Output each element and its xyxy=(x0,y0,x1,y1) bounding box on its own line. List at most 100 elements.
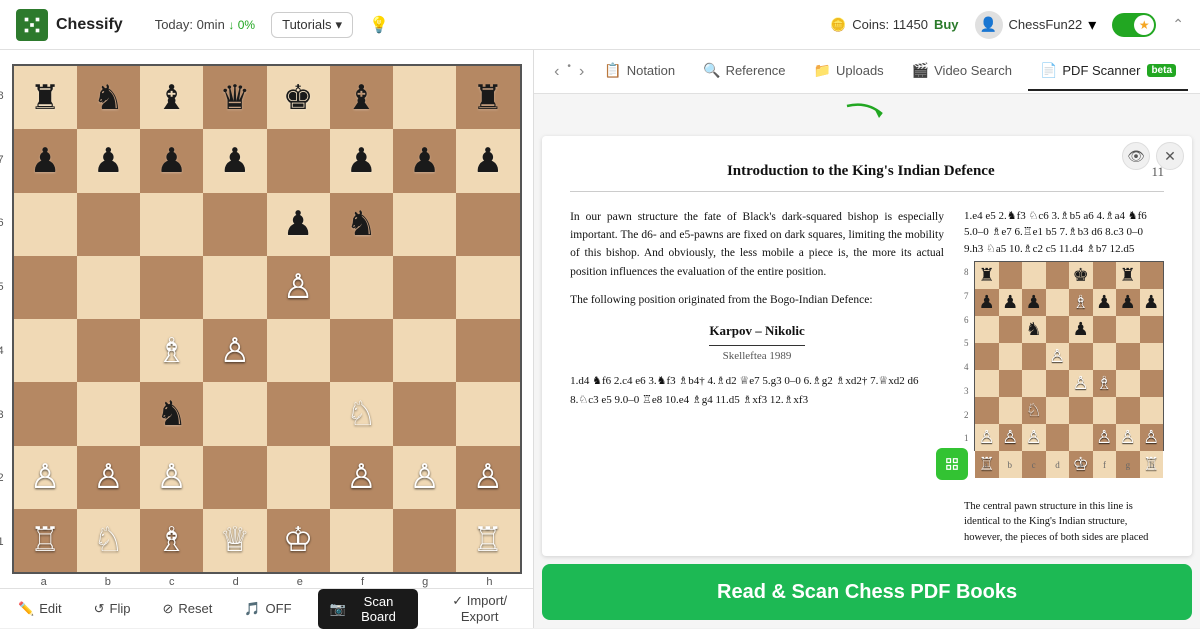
user-area[interactable]: 👤 ChessFun22 ▾ xyxy=(975,11,1097,39)
square-f2[interactable]: ♙ xyxy=(330,446,393,509)
mini-square-f7: ♟ xyxy=(1093,289,1117,316)
square-d7[interactable]: ♟ xyxy=(203,129,266,192)
mini-square-a6 xyxy=(975,316,999,343)
logo-area: Chessify xyxy=(16,9,123,41)
sound-button[interactable]: 🎵 OFF xyxy=(238,597,297,621)
square-d5[interactable] xyxy=(203,256,266,319)
square-h5[interactable] xyxy=(456,256,519,319)
square-a2[interactable]: ♙ xyxy=(14,446,77,509)
square-a4[interactable] xyxy=(14,319,77,382)
tutorials-button[interactable]: Tutorials ▾ xyxy=(271,12,353,38)
square-f6[interactable]: ♞ xyxy=(330,193,393,256)
square-g7[interactable]: ♟ xyxy=(393,129,456,192)
square-b8[interactable]: ♞ xyxy=(77,66,140,129)
square-h7[interactable]: ♟ xyxy=(456,129,519,192)
tab-notation[interactable]: 📋 Notation xyxy=(592,52,687,91)
nav-arrows: ‹ • › xyxy=(550,61,588,83)
piece-d8: ♛ xyxy=(220,81,250,115)
tab-pdf-scanner[interactable]: 📄 PDF Scanner beta xyxy=(1028,52,1188,91)
square-a7[interactable]: ♟ xyxy=(14,129,77,192)
tab-reference[interactable]: 🔍 Reference xyxy=(691,52,797,91)
square-h8[interactable]: ♜ xyxy=(456,66,519,129)
square-d8[interactable]: ♛ xyxy=(203,66,266,129)
square-e6[interactable]: ♟ xyxy=(267,193,330,256)
square-c6[interactable] xyxy=(140,193,203,256)
square-f3[interactable]: ♘ xyxy=(330,382,393,445)
square-h3[interactable] xyxy=(456,382,519,445)
game-players: Karpov – Nikolic xyxy=(709,321,804,346)
nav-forward[interactable]: › xyxy=(575,61,588,83)
pdf-header-row: Introduction to the King's Indian Defenc… xyxy=(570,160,1164,192)
square-d2[interactable] xyxy=(203,446,266,509)
square-e7[interactable] xyxy=(267,129,330,192)
square-c5[interactable] xyxy=(140,256,203,319)
square-f7[interactable]: ♟ xyxy=(330,129,393,192)
square-b3[interactable] xyxy=(77,382,140,445)
import-export-button[interactable]: ✓ Import/ Export xyxy=(438,593,521,624)
square-e1[interactable]: ♔ xyxy=(267,509,330,572)
square-a6[interactable] xyxy=(14,193,77,256)
square-h4[interactable] xyxy=(456,319,519,382)
square-d3[interactable] xyxy=(203,382,266,445)
square-c2[interactable]: ♙ xyxy=(140,446,203,509)
pdf-eye-button[interactable]: 👁 xyxy=(1122,142,1150,170)
square-d4[interactable]: ♙ xyxy=(203,319,266,382)
edit-button[interactable]: ✏️ Edit xyxy=(12,597,68,621)
square-f8[interactable]: ♝ xyxy=(330,66,393,129)
square-g1[interactable] xyxy=(393,509,456,572)
square-b1[interactable]: ♘ xyxy=(77,509,140,572)
collapse-button[interactable]: ⌃ xyxy=(1172,16,1184,33)
square-e3[interactable] xyxy=(267,382,330,445)
square-e5[interactable]: ♙ xyxy=(267,256,330,319)
square-d1[interactable]: ♕ xyxy=(203,509,266,572)
square-f4[interactable] xyxy=(330,319,393,382)
theme-toggle[interactable]: ★ xyxy=(1112,13,1156,37)
square-c3[interactable]: ♞ xyxy=(140,382,203,445)
chess-board[interactable]: ♜♞♝♛♚♝♜♟♟♟♟♟♟♟♟♞♙♗♙♞♘♙♙♙♙♙♙♖♘♗♕♔♖ xyxy=(12,64,522,574)
mini-square-e5 xyxy=(1069,343,1093,370)
square-e4[interactable] xyxy=(267,319,330,382)
square-e8[interactable]: ♚ xyxy=(267,66,330,129)
square-c1[interactable]: ♗ xyxy=(140,509,203,572)
main-layout: 87654321 ♜♞♝♛♚♝♜♟♟♟♟♟♟♟♟♞♙♗♙♞♘♙♙♙♙♙♙♖♘♗♕… xyxy=(0,50,1200,628)
mini-square-a8: ♜ xyxy=(975,262,999,289)
square-a1[interactable]: ♖ xyxy=(14,509,77,572)
square-e2[interactable] xyxy=(267,446,330,509)
buy-button[interactable]: Buy xyxy=(934,17,959,32)
square-c7[interactable]: ♟ xyxy=(140,129,203,192)
scan-board-button[interactable]: 📷 Scan Board xyxy=(318,589,419,629)
cta-banner[interactable]: Read & Scan Chess PDF Books xyxy=(542,564,1192,620)
mini-square-h2: ♙ xyxy=(1140,424,1164,451)
pdf-inner: Introduction to the King's Indian Defenc… xyxy=(542,136,1192,556)
nav-back[interactable]: ‹ xyxy=(550,61,563,83)
square-f1[interactable] xyxy=(330,509,393,572)
square-a5[interactable] xyxy=(14,256,77,319)
square-g8[interactable] xyxy=(393,66,456,129)
square-g4[interactable] xyxy=(393,319,456,382)
square-d6[interactable] xyxy=(203,193,266,256)
reset-button[interactable]: ⊘ Reset xyxy=(156,597,218,621)
square-g3[interactable] xyxy=(393,382,456,445)
pdf-close-button[interactable]: ✕ xyxy=(1156,142,1184,170)
square-h2[interactable]: ♙ xyxy=(456,446,519,509)
flip-button[interactable]: ↺ Flip xyxy=(88,597,137,621)
square-b2[interactable]: ♙ xyxy=(77,446,140,509)
square-f5[interactable] xyxy=(330,256,393,319)
square-a8[interactable]: ♜ xyxy=(14,66,77,129)
square-b6[interactable] xyxy=(77,193,140,256)
square-b5[interactable] xyxy=(77,256,140,319)
cta-text: Read & Scan Chess PDF Books xyxy=(717,581,1017,604)
square-b7[interactable]: ♟ xyxy=(77,129,140,192)
tab-video-search[interactable]: 🎬 Video Search xyxy=(900,52,1024,91)
square-h1[interactable]: ♖ xyxy=(456,509,519,572)
notation-icon: 📋 xyxy=(604,62,621,79)
square-g5[interactable] xyxy=(393,256,456,319)
square-a3[interactable] xyxy=(14,382,77,445)
tab-uploads[interactable]: 📁 Uploads xyxy=(802,52,896,91)
square-h6[interactable] xyxy=(456,193,519,256)
square-b4[interactable] xyxy=(77,319,140,382)
square-g6[interactable] xyxy=(393,193,456,256)
square-g2[interactable]: ♙ xyxy=(393,446,456,509)
square-c4[interactable]: ♗ xyxy=(140,319,203,382)
square-c8[interactable]: ♝ xyxy=(140,66,203,129)
